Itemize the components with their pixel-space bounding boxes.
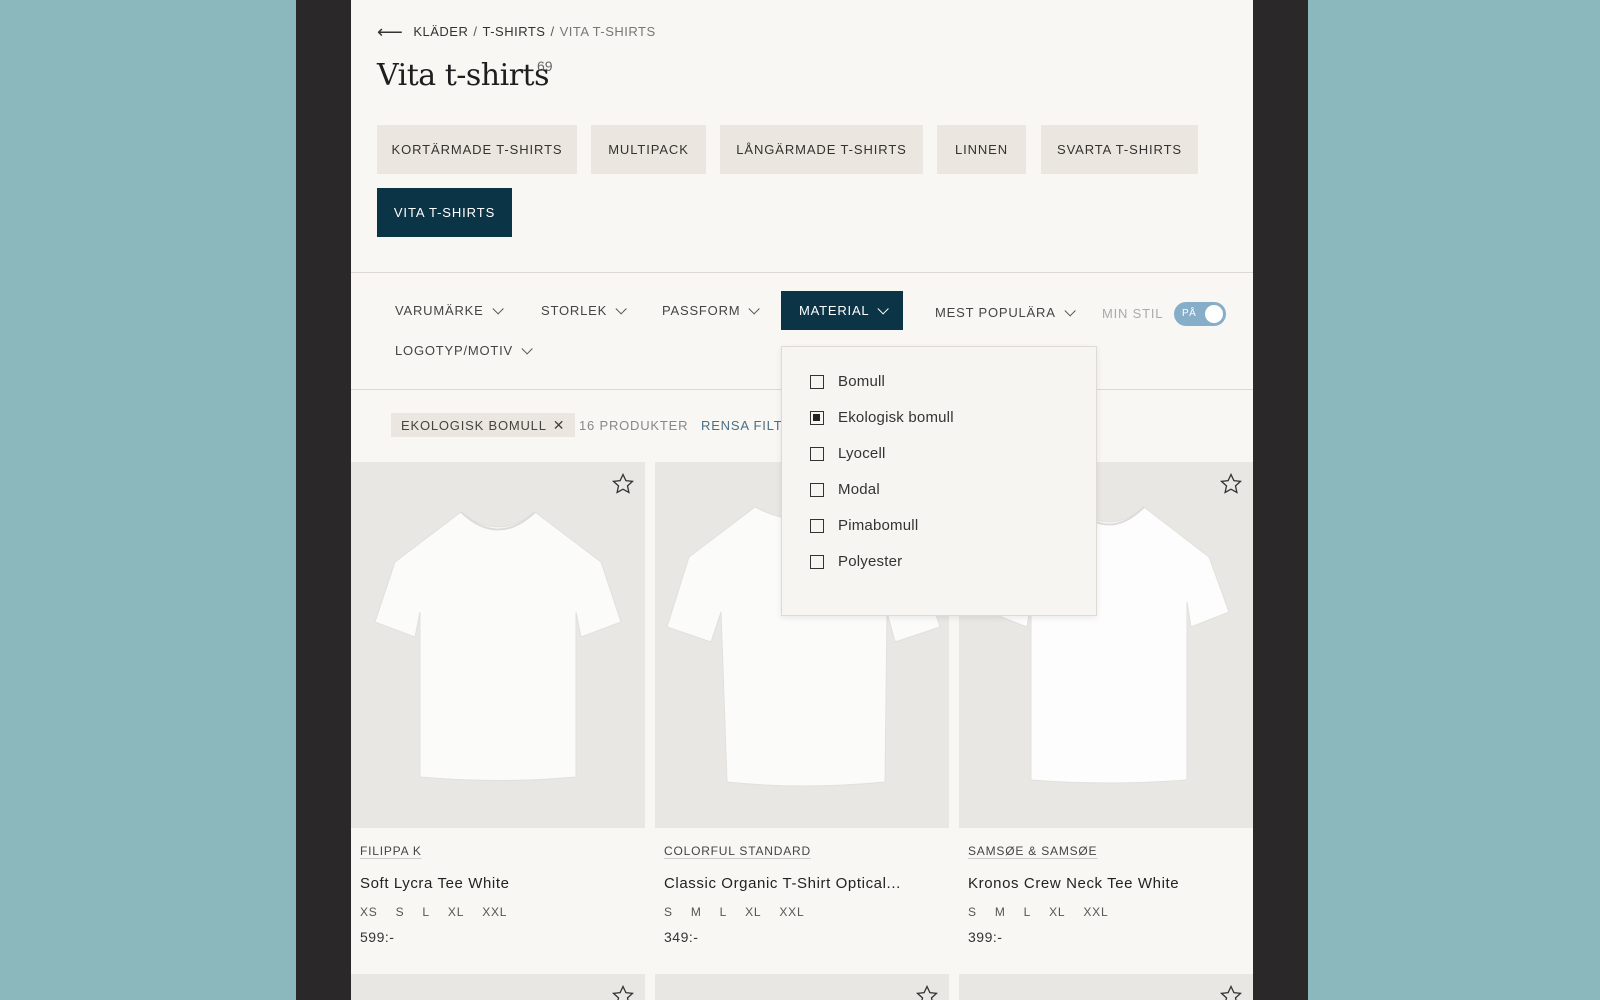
checkbox[interactable] (810, 554, 824, 569)
clear-filters-link[interactable]: RENSA FILT (701, 418, 782, 433)
star-icon[interactable] (1219, 984, 1243, 1000)
size: S (664, 905, 673, 919)
material-option-bomull[interactable]: Bomull (810, 373, 885, 390)
close-icon[interactable]: ✕ (553, 417, 566, 434)
checkbox[interactable] (810, 374, 824, 389)
option-label: Modal (838, 481, 880, 498)
chevron-down-icon (877, 302, 890, 315)
product-card[interactable] (351, 974, 645, 1000)
size: S (968, 905, 977, 919)
size: L (719, 905, 728, 919)
checkbox[interactable] (810, 482, 824, 497)
store-page: ⟵ KLÄDER / T-SHIRTS / VITA T-SHIRTS Vita… (351, 0, 1253, 1000)
breadcrumb-current: VITA T-SHIRTS (559, 24, 656, 39)
chevron-down-icon (521, 342, 533, 355)
product-name[interactable]: Kronos Crew Neck Tee White (968, 875, 1179, 892)
category-chip-kortarmade[interactable]: KORTÄRMADE T-SHIRTS (377, 125, 577, 174)
size-list: S M L XL XXL (968, 905, 1108, 919)
filter-material-label: MATERIAL (799, 303, 870, 318)
page-title: Vita t-shirts (377, 58, 550, 93)
size: XXL (1083, 905, 1109, 919)
option-label: Bomull (838, 373, 886, 390)
checkbox[interactable] (810, 518, 824, 533)
star-icon[interactable] (915, 984, 939, 1000)
chevron-down-icon (615, 302, 627, 315)
size: L (1023, 905, 1032, 919)
material-option-pimabomull[interactable]: Pimabomull (810, 517, 918, 534)
product-card[interactable]: FILIPPA K Soft Lycra Tee White XS S L XL… (351, 462, 645, 945)
material-option-ekologisk-bomull[interactable]: Ekologisk bomull (810, 409, 954, 426)
breadcrumb: ⟵ KLÄDER / T-SHIRTS / VITA T-SHIRTS (377, 21, 656, 42)
category-chip-langarmade[interactable]: LÅNGÄRMADE T-SHIRTS (720, 125, 923, 174)
option-label: Lyocell (838, 445, 886, 462)
size: S (395, 905, 405, 919)
my-style-label: MIN STIL (1102, 306, 1164, 321)
size-list: S M L XL XXL (664, 905, 804, 919)
size-list: XS S L XL XXL (360, 905, 507, 919)
option-label: Ekologisk bomull (838, 409, 954, 426)
product-card[interactable] (959, 974, 1253, 1000)
filter-size[interactable]: STORLEK (541, 302, 627, 318)
category-chip-vita[interactable]: VITA T-SHIRTS (377, 188, 512, 237)
size: XS (360, 905, 378, 919)
material-option-lyocell[interactable]: Lyocell (810, 445, 886, 462)
product-name[interactable]: Soft Lycra Tee White (360, 875, 510, 892)
size: L (422, 905, 430, 919)
size: XL (1049, 905, 1066, 919)
filter-size-label: STORLEK (541, 303, 608, 318)
checkbox-checked[interactable] (810, 410, 824, 425)
filter-fit-label: PASSFORM (662, 303, 741, 318)
breadcrumb-item[interactable]: KLÄDER (413, 24, 468, 39)
arrow-left-icon[interactable]: ⟵ (377, 23, 403, 41)
applied-filter-chip[interactable]: EKOLOGISK BOMULL ✕ (391, 413, 576, 437)
filter-fit[interactable]: PASSFORM (662, 302, 761, 318)
product-price: 599:- (360, 929, 395, 945)
divider (351, 272, 1253, 273)
chevron-down-icon (1064, 304, 1076, 317)
material-option-modal[interactable]: Modal (810, 481, 880, 498)
star-icon[interactable] (1219, 472, 1243, 496)
product-card[interactable] (655, 974, 949, 1000)
toggle-knob (1205, 305, 1223, 323)
material-option-polyester[interactable]: Polyester (810, 553, 902, 570)
size: XXL (779, 905, 805, 919)
category-chip-linnen[interactable]: LINNEN (937, 125, 1026, 174)
option-label: Polyester (838, 553, 903, 570)
size: XXL (482, 905, 508, 919)
category-chip-multipack[interactable]: MULTIPACK (591, 125, 706, 174)
product-image[interactable] (351, 462, 645, 828)
filter-brand-label: VARUMÄRKE (395, 303, 484, 318)
product-price: 349:- (664, 929, 699, 945)
filter-brand[interactable]: VARUMÄRKE (395, 302, 504, 318)
sort-dropdown[interactable]: MEST POPULÄRA (935, 304, 1076, 320)
applied-filter-label: EKOLOGISK BOMULL (401, 417, 547, 433)
checkbox[interactable] (810, 446, 824, 461)
product-brand[interactable]: FILIPPA K (360, 844, 422, 858)
product-price: 399:- (968, 929, 1003, 945)
size: M (994, 905, 1006, 919)
star-icon[interactable] (611, 984, 635, 1000)
option-label: Pimabomull (838, 517, 919, 534)
toggle-state-label: PÅ (1182, 308, 1197, 319)
category-chip-svarta[interactable]: SVARTA T-SHIRTS (1041, 125, 1198, 174)
size: XL (745, 905, 762, 919)
sort-label: MEST POPULÄRA (935, 305, 1056, 320)
star-icon[interactable] (611, 472, 635, 496)
tshirt-image (374, 511, 622, 781)
product-brand[interactable]: COLORFUL STANDARD (664, 844, 811, 858)
result-count: 16 PRODUKTER (579, 418, 689, 433)
product-name[interactable]: Classic Organic T-Shirt Optical... (664, 875, 901, 892)
chevron-down-icon (748, 302, 761, 315)
product-brand[interactable]: SAMSØE & SAMSØE (968, 844, 1097, 858)
my-style-toggle[interactable]: PÅ (1174, 302, 1226, 326)
size: XL (447, 905, 465, 919)
chevron-down-icon (492, 302, 504, 315)
filter-logo[interactable]: LOGOTYP/MOTIV (395, 342, 533, 358)
filter-material[interactable]: MATERIAL (781, 291, 904, 330)
breadcrumb-item[interactable]: T-SHIRTS (482, 24, 545, 39)
material-dropdown: Bomull Ekologisk bomull Lyocell Modal Pi… (781, 346, 1097, 616)
filter-logo-label: LOGOTYP/MOTIV (395, 343, 514, 358)
size: M (690, 905, 702, 919)
product-count-badge: 69 (537, 58, 553, 74)
